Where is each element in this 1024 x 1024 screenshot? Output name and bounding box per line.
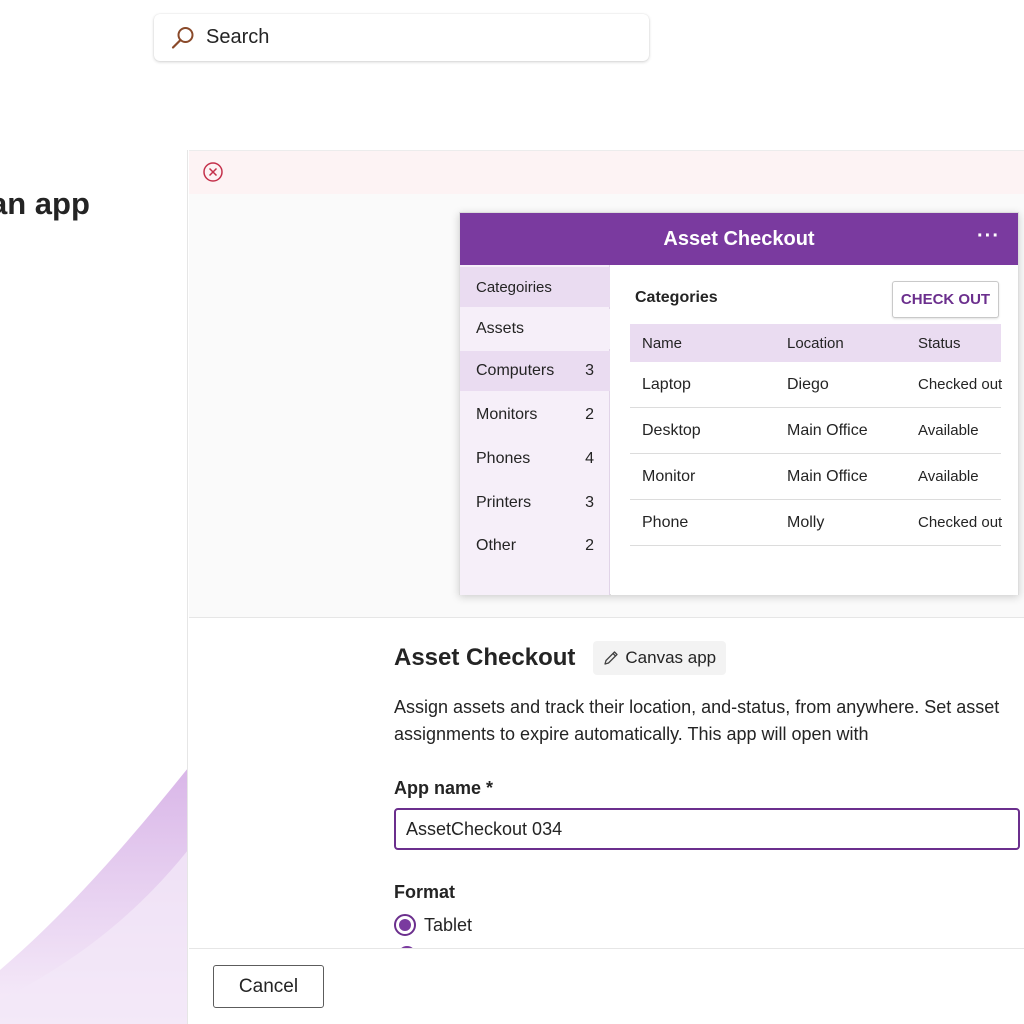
cancel-button[interactable]: Cancel [213,965,324,1008]
app-name-input[interactable]: AssetCheckout 034 [394,808,1020,850]
app-type-badge: Canvas app [593,641,727,675]
format-label: Format [394,882,456,902]
cell-status: Available [918,422,979,439]
cell-status: Checked out [918,376,1003,393]
error-circle-icon[interactable] [202,161,224,183]
app-preview: Asset Checkout ··· Categoiries Assets Co… [189,194,1024,618]
top-bar: Search [0,0,1024,150]
preview-title: Asset Checkout [663,227,815,250]
more-icon[interactable]: ··· [977,225,1000,248]
decorative-wave [0,769,187,1024]
cell-name: Phone [642,513,689,531]
app-title-row: Asset Checkout Canvas app [394,641,727,675]
sidebar-item-monitors[interactable]: Monitors 2 [460,395,610,435]
footer: Cancel [189,948,1024,1024]
panel-title: an app [0,186,90,221]
sidebar-item-other[interactable]: Other 2 [460,526,610,566]
content-title: Categories [635,289,718,306]
sidebar-item-count: 3 [585,494,594,511]
app-title: Asset Checkout [394,644,576,671]
preview-header: Asset Checkout ··· [460,213,1018,265]
app-description: Assign assets and track their location, … [394,697,1000,744]
main-panel: Asset Checkout ··· Categoiries Assets Co… [189,150,1024,1024]
sidebar-item-label: Phones [476,450,531,467]
sidebar-item-label: Assets [476,320,525,337]
sidebar-item-label: Computers [476,362,555,379]
sidebar-item-printers[interactable]: Printers 3 [460,483,610,523]
table-row[interactable]: Phone Molly Checked out [630,500,1003,546]
cell-status: Checked out [918,514,1003,531]
search-icon [171,26,194,49]
cell-location: Main Office [787,467,868,485]
column-header-location[interactable]: Location [775,335,906,352]
table-row[interactable]: Desktop Main Office Available [630,408,1001,454]
sidebar-item-label: Printers [476,494,532,511]
cell-location: Molly [787,513,825,531]
column-header-status[interactable]: Status [906,335,1001,352]
search-label: Search [206,26,270,48]
sidebar-item-label: Categoiries [476,278,552,296]
cell-location: Main Office [787,421,868,439]
app-name-label: App name * [394,778,494,798]
check-out-button[interactable]: CHECK OUT [892,281,999,318]
sidebar-item-label: Other [476,537,517,554]
table-row[interactable]: Laptop Diego Checked out [630,362,1003,408]
search-box[interactable]: Search [154,14,649,61]
table-header: Name Location Status [630,324,1001,362]
preview-body: Categoiries Assets Computers 3 Monitors … [460,265,1018,595]
pencil-icon [604,651,619,665]
preview-content: Categories CHECK OUT Name Location Statu… [611,265,1018,595]
format-option-tablet[interactable]: Tablet [394,914,472,936]
sidebar-item-computers[interactable]: Computers 3 [460,351,610,391]
radio-button[interactable] [394,914,416,936]
cell-name: Monitor [642,467,696,485]
preview-sidebar: Categoiries Assets Computers 3 Monitors … [460,265,610,595]
cell-name: Desktop [642,421,701,439]
table-row[interactable]: Monitor Main Office Available [630,454,1001,500]
sidebar-item-assets[interactable]: Assets [460,309,610,349]
cell-location: Diego [787,375,829,393]
preview-card: Asset Checkout ··· Categoiries Assets Co… [459,212,1019,595]
sidebar-item-count: 2 [585,406,594,423]
sidebar-item-categories[interactable]: Categoiries [460,267,610,307]
sidebar-item-phones[interactable]: Phones 4 [460,439,610,479]
sidebar-item-count: 4 [585,450,594,467]
sidebar-item-count: 3 [585,362,594,379]
sidebar-item-label: Monitors [476,406,538,423]
column-header-name[interactable]: Name [630,335,775,352]
left-panel: an app [0,150,188,1024]
radio-label: Tablet [424,914,473,935]
sidebar-item-count: 2 [585,537,594,554]
cell-status: Available [918,468,979,485]
error-banner [189,151,1024,194]
cell-name: Laptop [642,375,691,393]
badge-label: Canvas app [625,648,717,667]
assets-table: Name Location Status Laptop Diego Checke… [630,324,1003,546]
